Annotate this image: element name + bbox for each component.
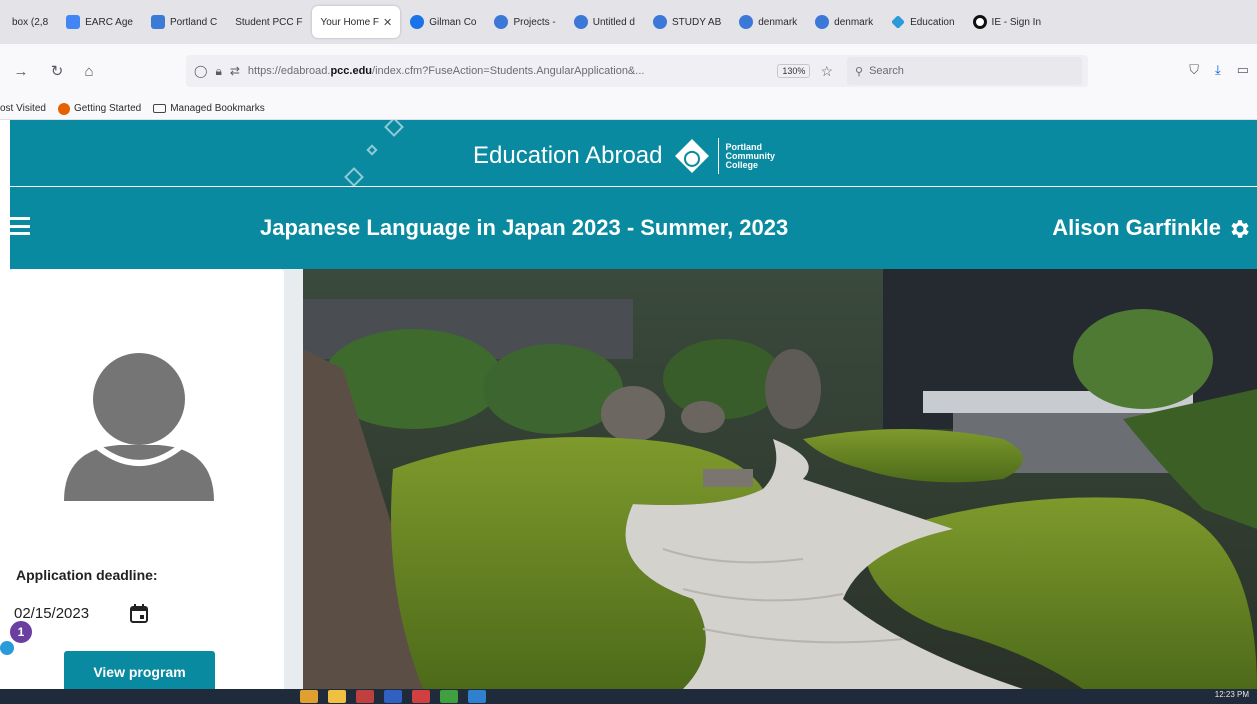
program-title: Japanese Language in Japan 2023 - Summer…: [260, 215, 789, 240]
pcc-logo-icon: [675, 139, 710, 173]
taskbar-app-icon[interactable]: [356, 690, 374, 703]
doc-icon: [66, 15, 81, 29]
bookmark-managed[interactable]: Managed Bookmarks: [153, 103, 265, 114]
tab-4[interactable]: Student PCC F: [227, 6, 310, 38]
site-brand[interactable]: Education Abroad Portland Community Coll…: [473, 138, 775, 174]
globe-icon: [494, 15, 509, 29]
brand-divider: [718, 138, 720, 174]
taskbar-app-icon[interactable]: [468, 690, 486, 703]
tab-1[interactable]: box (2,8: [4, 6, 56, 38]
firefox-icon: [57, 102, 70, 115]
user-name[interactable]: Alison Garfinkle: [1052, 215, 1221, 241]
site-title: Education Abroad: [473, 142, 663, 169]
url-bar[interactable]: ◯ 🔒︎ ⇄ https://edabroad.pcc.edu/index.cf…: [186, 55, 1088, 87]
avatar-placeholder-icon: [64, 353, 214, 501]
notification-badge[interactable]: 1: [8, 619, 34, 645]
zoom-indicator[interactable]: 130%: [777, 64, 811, 78]
globe-icon: [652, 15, 667, 29]
forward-icon[interactable]: →: [8, 63, 34, 80]
globe-icon: [739, 15, 754, 29]
globe-icon: [815, 15, 830, 29]
folder-icon: [153, 104, 167, 113]
decor-diamond-icon: [366, 144, 378, 156]
tab-10[interactable]: denmark: [731, 6, 805, 38]
calendar-icon[interactable]: [130, 604, 148, 623]
gear-icon[interactable]: [1227, 217, 1251, 241]
college-name: Portland Community College: [725, 141, 775, 170]
taskbar-app-icon[interactable]: [384, 690, 402, 703]
program-card: Application deadline: 02/15/2023 View pr…: [0, 269, 284, 699]
site-header: Education Abroad Portland Community Coll…: [10, 120, 1257, 186]
tab-12[interactable]: Education: [883, 6, 962, 38]
program-bar: Japanese Language in Japan 2023 - Summer…: [10, 187, 1257, 269]
bookmark-most-visited[interactable]: ost Visited: [0, 103, 46, 114]
decor-diamond-icon: [344, 167, 364, 186]
hero-garden-image: [303, 269, 1257, 689]
view-program-button[interactable]: View program: [64, 651, 215, 693]
close-tab-icon[interactable]: ✕: [383, 16, 392, 29]
nav-bar: → ↻ ⌂ ◯ 🔒︎ ⇄ https://edabroad.pcc.edu/in…: [0, 44, 1257, 98]
circle-icon: [972, 15, 987, 29]
browser-window: box (2,8 EARC Age Portland C Student PCC…: [0, 0, 1257, 704]
tab-11[interactable]: denmark: [807, 6, 881, 38]
sidebar-icon[interactable]: ▭: [1237, 62, 1249, 78]
globe-icon: [573, 15, 588, 29]
menu-icon[interactable]: [10, 217, 30, 235]
pocket-icon[interactable]: ⛉: [1189, 62, 1199, 78]
portland-icon: [150, 15, 165, 29]
deadline-label: Application deadline:: [16, 567, 158, 583]
reload-icon[interactable]: ↻: [44, 62, 70, 80]
tab-8[interactable]: Untitled d: [566, 6, 643, 38]
bookmarks-bar: ost Visited Getting Started Managed Book…: [0, 98, 1257, 120]
tab-7[interactable]: Projects -: [486, 6, 563, 38]
url-text[interactable]: https://edabroad.pcc.edu/index.cfm?FuseA…: [248, 65, 774, 77]
tab-2[interactable]: EARC Age: [58, 6, 141, 38]
tab-9[interactable]: STUDY AB: [645, 6, 729, 38]
home-icon[interactable]: ⌂: [76, 63, 102, 80]
taskbar-app-icon[interactable]: [440, 690, 458, 703]
toolbar-right: ⛉ ⤓ ▭: [1189, 62, 1249, 78]
taskbar-app-icon[interactable]: [412, 690, 430, 703]
main-content: Application deadline: 02/15/2023 View pr…: [0, 269, 1257, 699]
gilman-icon: [410, 15, 425, 29]
bookmark-getting-started[interactable]: Getting Started: [57, 102, 141, 115]
chat-widget-icon[interactable]: [0, 641, 14, 655]
os-taskbar: 12:23 PM: [0, 689, 1257, 704]
permissions-icon[interactable]: ⇄: [230, 64, 240, 78]
tab-3[interactable]: Portland C: [143, 6, 225, 38]
search-input[interactable]: ⚲ Search: [847, 57, 1082, 85]
tab-5-active[interactable]: Your Home F ✕: [312, 6, 401, 38]
taskbar-clock: 12:23 PM: [1214, 690, 1249, 699]
decor-diamond-icon: [384, 120, 404, 137]
tab-6[interactable]: Gilman Co: [402, 6, 484, 38]
taskbar-app-icon[interactable]: [300, 690, 318, 703]
taskbar-app-icon[interactable]: [328, 690, 346, 703]
shield-icon[interactable]: ◯: [194, 64, 207, 78]
tab-13[interactable]: IE - Sign In: [965, 6, 1049, 38]
download-icon[interactable]: ⤓: [1215, 62, 1221, 78]
lock-icon[interactable]: 🔒︎: [215, 64, 221, 79]
bookmark-star-icon[interactable]: ☆: [820, 63, 833, 80]
tab-strip: box (2,8 EARC Age Portland C Student PCC…: [0, 0, 1257, 44]
diamond-icon: [891, 15, 905, 29]
search-icon: ⚲: [855, 65, 864, 78]
